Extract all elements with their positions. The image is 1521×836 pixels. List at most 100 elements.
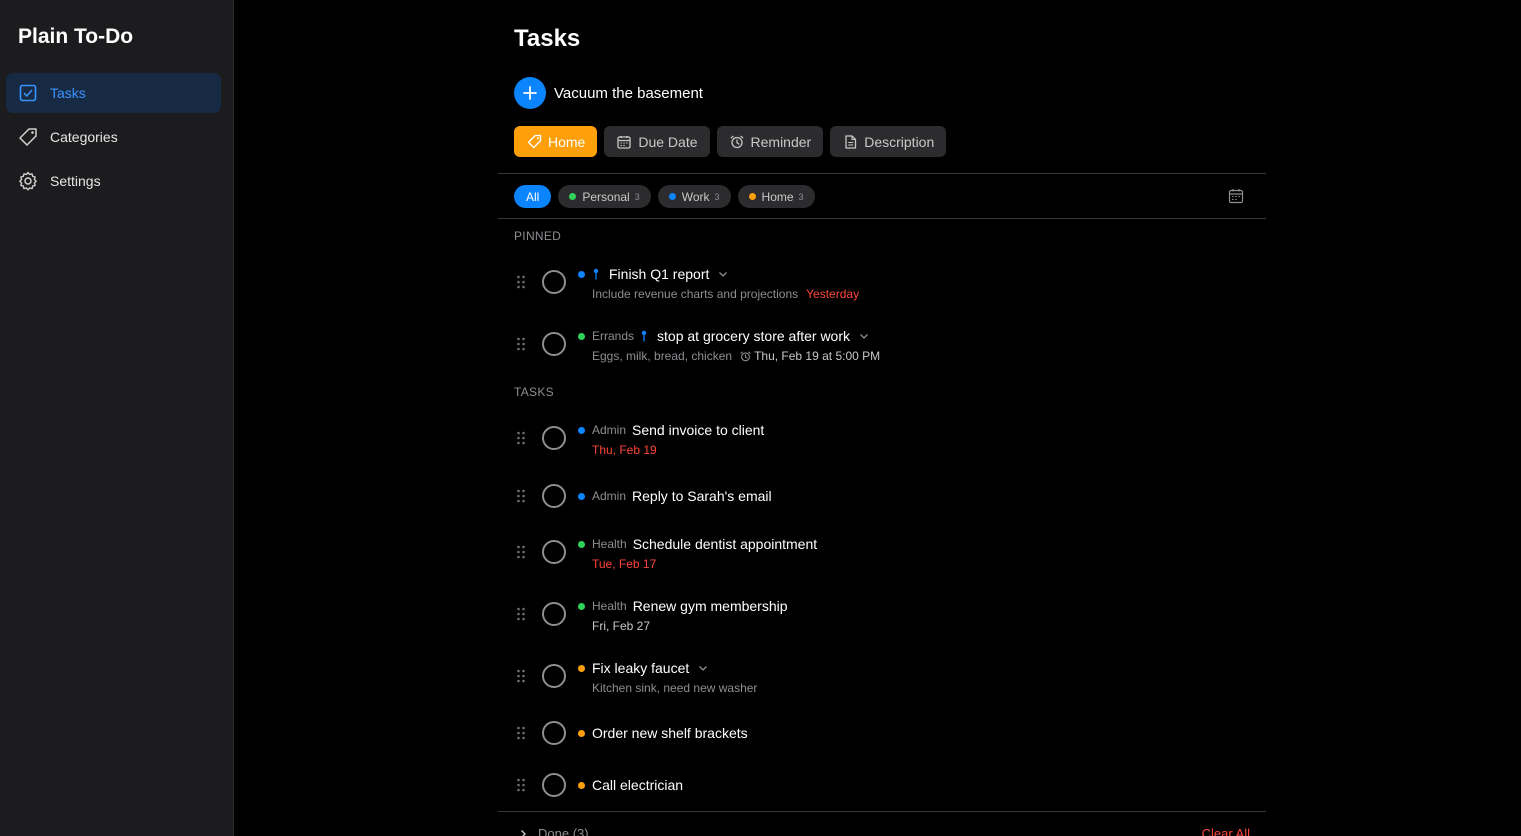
done-toggle[interactable]: Done (3) (518, 826, 589, 836)
reminder-chip[interactable]: Reminder (716, 126, 824, 157)
pinned-section-label: PINNED (514, 229, 562, 243)
tag-icon (18, 127, 38, 147)
category-dot (578, 602, 585, 610)
filter-count: 3 (634, 191, 640, 202)
filter-work[interactable]: Work 3 (657, 185, 731, 208)
add-task-button[interactable] (514, 77, 546, 109)
task-category: Errands (592, 329, 635, 343)
filter-personal[interactable]: Personal 3 (558, 185, 651, 208)
filter-label: Home (761, 189, 794, 204)
chevron-right-icon (521, 829, 526, 836)
pin-icon (593, 268, 599, 280)
filter-label: All (526, 189, 540, 204)
plus-icon (523, 86, 537, 100)
sidebar: Plain To-Do Tasks Categories Settings (0, 0, 234, 836)
task-reminder: Thu, Feb 19 at 5:00 PM (754, 349, 881, 363)
category-dot (578, 540, 585, 548)
new-task-input[interactable]: Vacuum the basement (554, 85, 703, 102)
task-due-date: Fri, Feb 27 (592, 619, 651, 633)
category-dot (668, 193, 676, 200)
drag-handle-icon[interactable] (516, 337, 526, 351)
task-title: Schedule dentist appointment (632, 536, 818, 552)
category-filter-bar: All Personal 3 Work 3 Home 3 (498, 173, 1266, 219)
category-dot (748, 193, 756, 200)
category-dot (578, 781, 585, 789)
pin-icon (641, 330, 647, 342)
task-title: Finish Q1 report (609, 266, 710, 282)
done-label: Done (3) (538, 826, 589, 836)
task-due-date: Tue, Feb 17 (592, 557, 657, 571)
category-dot (578, 492, 585, 500)
filter-home[interactable]: Home 3 (737, 185, 815, 208)
tag-icon (526, 134, 542, 150)
task-title: stop at grocery store after work (657, 328, 850, 344)
sidebar-item-label: Categories (50, 129, 118, 145)
task-description: Kitchen sink, need new washer (592, 681, 758, 695)
task-category: Health (592, 537, 627, 551)
description-chip-label: Description (864, 133, 935, 150)
drag-handle-icon[interactable] (516, 545, 526, 559)
category-chip[interactable]: Home (514, 126, 598, 157)
chevron-down-icon[interactable] (718, 269, 728, 279)
category-dot (578, 332, 585, 340)
sidebar-item-label: Tasks (50, 85, 86, 101)
sidebar-item-categories[interactable]: Categories (6, 117, 221, 157)
alarm-icon (740, 350, 751, 361)
chevron-down-icon[interactable] (859, 331, 869, 341)
task-complete-checkbox[interactable] (542, 426, 566, 450)
drag-handle-icon[interactable] (516, 669, 526, 683)
done-section: Done (3) Clear All (498, 811, 1266, 836)
task-complete-checkbox[interactable] (542, 332, 566, 356)
task-category: Health (592, 599, 627, 613)
calendar-view-icon[interactable] (1228, 188, 1244, 204)
clear-all-button[interactable]: Clear All (1202, 826, 1250, 836)
due-date-chip-label: Due Date (638, 133, 698, 150)
sidebar-item-tasks[interactable]: Tasks (6, 73, 221, 113)
task-complete-checkbox[interactable] (542, 270, 566, 294)
task-complete-checkbox[interactable] (542, 484, 566, 508)
category-chip-label: Home (548, 133, 586, 150)
drag-handle-icon[interactable] (516, 275, 526, 289)
drag-handle-icon[interactable] (516, 431, 526, 445)
category-dot (578, 664, 585, 672)
category-dot (578, 729, 585, 737)
task-category: Admin (592, 423, 627, 437)
category-dot (569, 193, 577, 200)
task-due-date: Thu, Feb 19 (592, 443, 657, 457)
chevron-down-icon[interactable] (698, 663, 708, 673)
filter-count: 3 (714, 191, 720, 202)
drag-handle-icon[interactable] (516, 489, 526, 503)
task-complete-checkbox[interactable] (542, 721, 566, 745)
task-title: Fix leaky faucet (592, 660, 690, 676)
task-description: Include revenue charts and projections (592, 287, 799, 301)
task-title: Reply to Sarah's email (632, 488, 772, 504)
filter-label: Work (681, 189, 710, 204)
filter-all[interactable]: All (514, 185, 552, 208)
sidebar-item-label: Settings (50, 173, 101, 189)
gear-icon (18, 171, 38, 191)
task-due-date: Yesterday (806, 287, 860, 301)
sidebar-item-settings[interactable]: Settings (6, 161, 221, 201)
document-icon (842, 134, 858, 150)
drag-handle-icon[interactable] (516, 607, 526, 621)
reminder-chip-label: Reminder (750, 133, 812, 150)
task-title: Call electrician (592, 777, 684, 793)
page-title: Tasks (514, 25, 581, 52)
task-category: Admin (592, 489, 627, 503)
task-complete-checkbox[interactable] (542, 602, 566, 626)
task-complete-checkbox[interactable] (542, 773, 566, 797)
drag-handle-icon[interactable] (516, 726, 526, 740)
alarm-icon (729, 134, 745, 150)
drag-handle-icon[interactable] (516, 778, 526, 792)
category-dot (578, 426, 585, 434)
task-complete-checkbox[interactable] (542, 664, 566, 688)
task-title: Renew gym membership (632, 598, 788, 614)
checkbox-icon (18, 83, 38, 103)
task-complete-checkbox[interactable] (542, 540, 566, 564)
category-dot (578, 270, 585, 278)
tasks-section-label: TASKS (514, 385, 554, 399)
filter-count: 3 (798, 191, 804, 202)
main-panel: Tasks Vacuum the basement Home Due Date … (498, 0, 1266, 836)
description-chip[interactable]: Description (830, 126, 947, 157)
due-date-chip[interactable]: Due Date (604, 126, 710, 157)
